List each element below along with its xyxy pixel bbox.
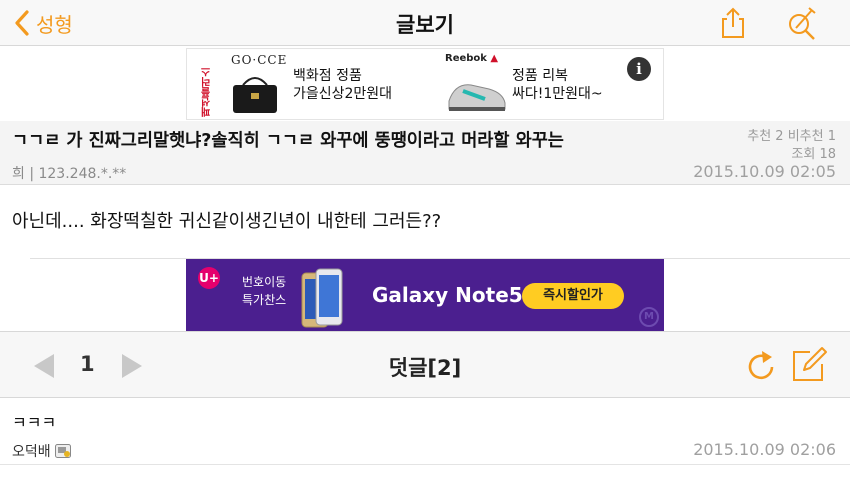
ad-brand-left: GO·CCE <box>231 53 288 67</box>
refresh-icon[interactable] <box>746 348 778 382</box>
phone-image <box>301 268 343 328</box>
top-ad-banner[interactable]: 패션플러스 GO·CCE 백화점 정품 가을신상2만원대 Reebok ▲ 정품… <box>186 48 664 120</box>
comment-item: ㅋㅋㅋ 오덕배 2015.10.09 02:06 <box>0 399 850 465</box>
search-pencil-icon <box>789 7 816 40</box>
ad-cta-button[interactable]: 즉시할인가 <box>522 283 624 309</box>
post-body: 아닌데.... 화장떡칠한 귀신같이생긴년이 내한테 그러든?? <box>12 211 442 232</box>
previous-page-arrow-icon[interactable] <box>32 352 56 380</box>
post-votes: 추천 2 비추천 1 <box>747 129 836 144</box>
handbag-image <box>233 77 277 113</box>
member-badge-icon <box>54 444 71 458</box>
back-label: 성형 <box>36 12 73 37</box>
ad-promo-text: 번호이동 특가찬스 <box>242 275 287 307</box>
share-icon <box>722 7 744 38</box>
ad-brand-right: Reebok ▲ <box>445 53 499 64</box>
post-header: ㄱㄱㄹ 가 진짜그리말햇냐?솔직히 ㄱㄱㄹ 와꾸에 뚱땡이라고 머라할 와꾸는 … <box>0 121 850 185</box>
galaxy-ad-banner[interactable]: U+ 번호이동 특가찬스 Galaxy Note5 즉시할인가 M <box>186 259 664 331</box>
chevron-left-icon <box>15 10 29 36</box>
info-icon[interactable]: i <box>627 57 651 81</box>
ad-title: Galaxy Note5 <box>372 283 523 307</box>
next-page-arrow-icon[interactable] <box>120 352 144 380</box>
navigation-bar: 성형 글보기 <box>0 0 850 46</box>
share-button[interactable] <box>716 6 750 40</box>
lg-uplus-logo: U+ <box>198 267 220 289</box>
comment-text: ㅋㅋㅋ <box>12 413 57 432</box>
post-date: 2015.10.09 02:05 <box>693 162 836 181</box>
ad-brand-vertical: 패션플러스 <box>202 67 213 117</box>
comments-toolbar: 1 덧글[2] <box>0 331 850 398</box>
post-title: ㄱㄱㄹ 가 진짜그리말햇냐?솔직히 ㄱㄱㄹ 와꾸에 뚱땡이라고 머라할 와꾸는 <box>12 131 564 151</box>
comment-date: 2015.10.09 02:06 <box>693 440 836 459</box>
ad-mark-icon: M <box>639 307 659 327</box>
write-comment-icon[interactable] <box>790 346 828 384</box>
post-views: 조회 18 <box>791 147 836 162</box>
post-author: 희 | 123.248.*.** <box>12 166 127 182</box>
ad-text-left: 백화점 정품 가을신상2만원대 <box>293 68 393 102</box>
comment-author: 오덕배 <box>12 441 71 461</box>
back-button[interactable]: 성형 <box>14 8 73 38</box>
page-number: 1 <box>80 352 95 376</box>
ad-text-right: 정품 리복 싸다!1만원대~ <box>512 68 603 102</box>
sneaker-image <box>448 84 506 111</box>
search-edit-button[interactable] <box>786 6 820 40</box>
